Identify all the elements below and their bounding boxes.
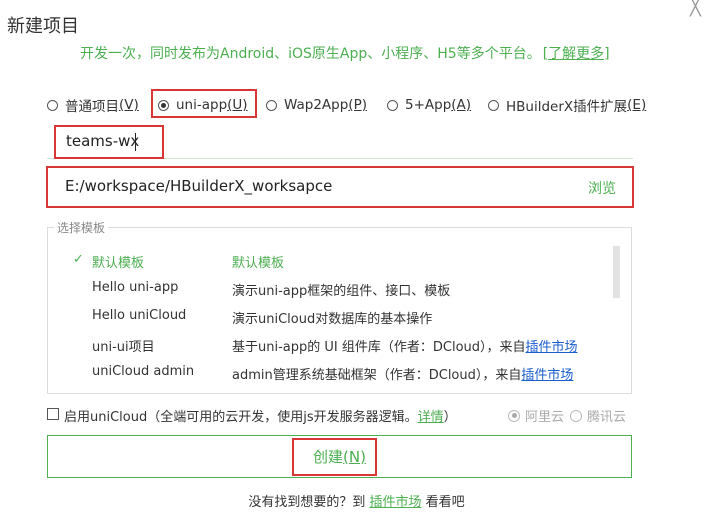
radio-wap2app[interactable]: Wap2App (P) <box>266 95 367 115</box>
template-desc: 演示uniCloud对数据库的基本操作 <box>232 312 433 327</box>
radio-label: Wap2App <box>284 97 349 113</box>
plugin-market-link[interactable]: 插件市场 <box>521 368 573 383</box>
radio-label: 普通项目 <box>65 99 119 115</box>
radio-5plus-app[interactable]: 5+App (A) <box>387 95 471 115</box>
radio-icon <box>488 99 499 111</box>
template-name: uni-ui项目 <box>92 340 155 355</box>
dialog-title: 新建项目 <box>7 16 79 37</box>
template-row-default[interactable]: ✓ 默认模板 默认模板 <box>1 252 586 274</box>
template-name: Hello uniCloud <box>92 308 187 323</box>
radio-icon <box>387 99 398 111</box>
radio-icon <box>266 99 277 111</box>
radio-hbuilderx-plugin[interactable]: HBuilderX插件扩展 (E) <box>488 95 646 115</box>
highlight-box-uni-app <box>151 89 257 118</box>
template-row-hello-unicloud[interactable]: Hello uniCloud 演示uniCloud对数据库的基本操作 <box>1 308 586 330</box>
radio-hotkey: (V) <box>119 97 139 113</box>
template-row-unicloud-admin[interactable]: uniCloud admin admin管理系统基础框架（作者：DCloud），… <box>1 364 586 386</box>
highlight-box-project-name <box>54 125 164 159</box>
template-name: uniCloud admin <box>92 364 195 379</box>
template-desc: 基于uni-app的 UI 组件库（作者：DCloud），来自插件市场 <box>232 340 578 355</box>
close-icon[interactable]: ╳ <box>690 0 701 16</box>
template-desc: 演示uni-app框架的组件、接口、模板 <box>232 284 451 299</box>
unicloud-detail-link[interactable]: 详情 <box>418 410 444 425</box>
radio-hotkey: (E) <box>627 97 647 113</box>
highlight-box-create <box>292 438 377 476</box>
highlight-box-project-path <box>46 166 634 208</box>
radio-icon <box>47 99 58 111</box>
dialog-subtitle: 开发一次，同时发布为Android、iOS原生App、小程序、H5等多个平台。[… <box>80 43 610 63</box>
radio-selected-icon <box>508 409 520 422</box>
enable-unicloud-checkbox[interactable] <box>47 408 59 420</box>
learn-more-link[interactable]: [了解更多] <box>543 46 610 62</box>
radio-label: 5+App <box>405 97 452 113</box>
template-row-hello-uni-app[interactable]: Hello uni-app 演示uni-app框架的组件、接口、模板 <box>1 280 586 302</box>
template-name: Hello uni-app <box>92 280 179 295</box>
template-scrollbar[interactable] <box>613 246 620 298</box>
template-desc: admin管理系统基础框架（作者：DCloud），来自插件市场 <box>232 368 574 383</box>
template-group-legend: 选择模板 <box>54 219 109 236</box>
check-icon: ✓ <box>73 252 84 267</box>
radio-hotkey: (P) <box>348 97 367 113</box>
radio-icon <box>570 409 582 422</box>
radio-label: HBuilderX插件扩展 <box>506 99 628 115</box>
template-group: ✓ 默认模板 默认模板 Hello uni-app 演示uni-app框架的组件… <box>47 227 632 394</box>
template-name: 默认模板 <box>92 256 145 271</box>
radio-normal-project[interactable]: 普通项目 (V) <box>47 95 139 115</box>
enable-unicloud-label: 启用uniCloud（全端可用的云开发，使用js开发服务器逻辑。详情） <box>64 410 457 425</box>
provider-label: 阿里云 <box>525 410 565 425</box>
plugin-market-link[interactable]: 插件市场 <box>526 340 578 355</box>
footer-hint: 没有找到想要的？到 插件市场 看看吧 <box>248 495 465 510</box>
subtitle-text: 开发一次，同时发布为Android、iOS原生App、小程序、H5等多个平台。 <box>80 46 541 62</box>
radio-aliyun[interactable]: 阿里云 <box>508 406 564 425</box>
footer-plugin-market-link[interactable]: 插件市场 <box>369 495 421 510</box>
provider-label: 腾讯云 <box>587 410 627 425</box>
template-row-uni-ui[interactable]: uni-ui项目 基于uni-app的 UI 组件库（作者：DCloud），来自… <box>1 336 586 358</box>
radio-hotkey: (A) <box>451 97 472 113</box>
template-desc: 默认模板 <box>232 256 285 271</box>
radio-tencent-cloud[interactable]: 腾讯云 <box>570 406 626 425</box>
